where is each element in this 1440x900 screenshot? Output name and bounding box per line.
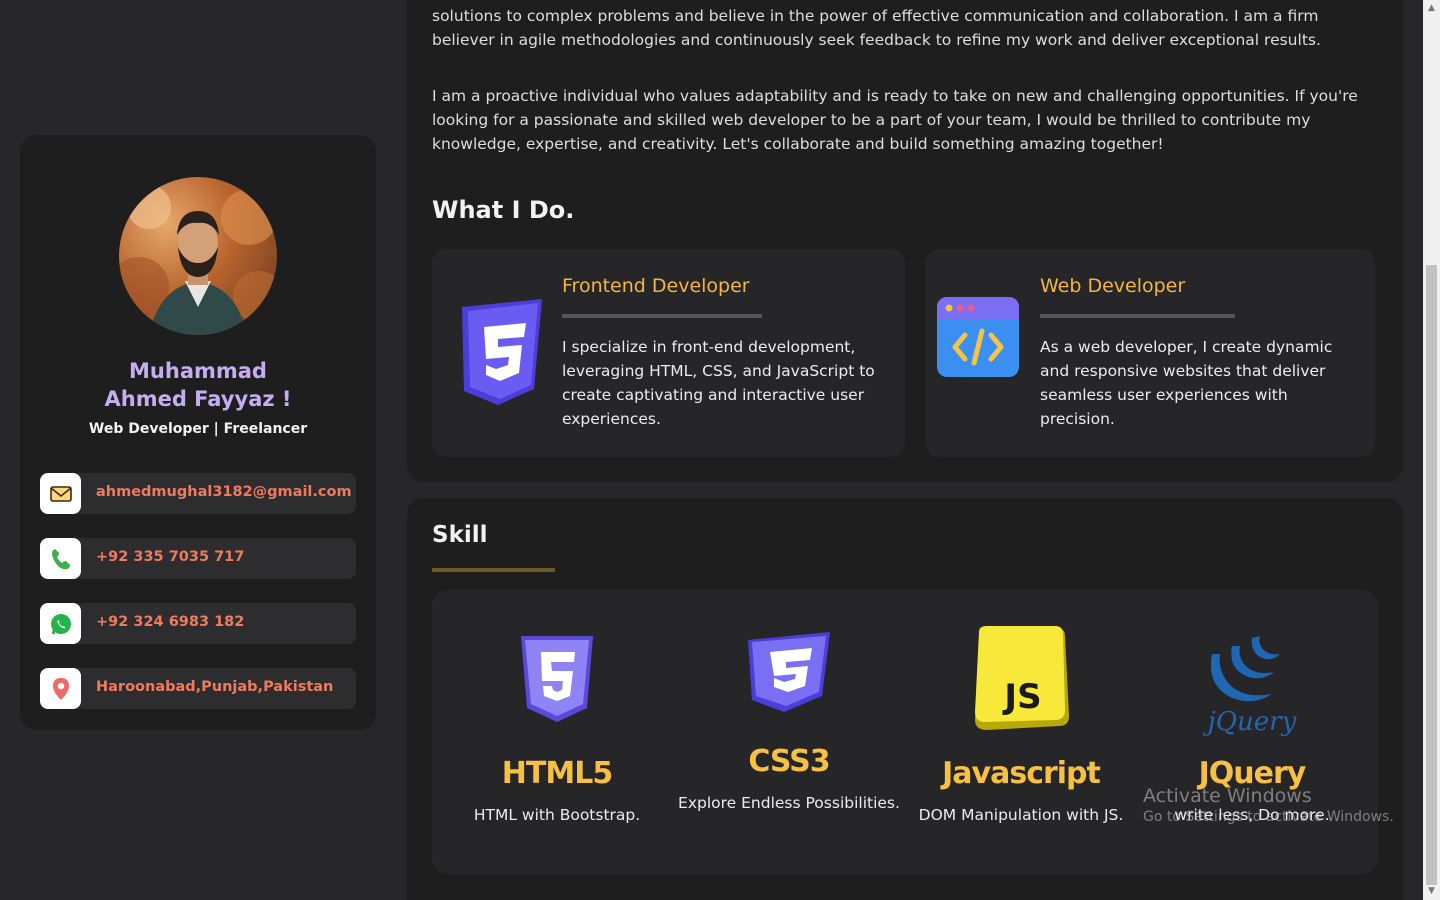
- profile-role: Web Developer | Freelancer: [88, 421, 308, 437]
- service-title-frontend: Frontend Developer: [562, 275, 750, 297]
- skill-desc-html5: HTML with Bootstrap.: [473, 806, 641, 824]
- page-scrollbar[interactable]: ▲ ▼: [1423, 0, 1440, 900]
- code-window-icon: [937, 297, 1019, 377]
- service-divider: [1040, 314, 1235, 318]
- skill-name-javascript: Javascript: [942, 756, 1101, 791]
- about-panel: challenges to expand my skill set. What …: [407, 0, 1403, 482]
- contact-location[interactable]: Haroonabad,Punjab,Pakistan: [40, 668, 356, 709]
- contact-location-text[interactable]: Haroonabad,Punjab,Pakistan: [96, 679, 333, 695]
- scroll-down-arrow-icon[interactable]: ▼: [1423, 883, 1440, 900]
- skill-name-html5: HTML5: [501, 756, 613, 791]
- service-card-web: Web Developer As a web developer, I crea…: [925, 249, 1375, 457]
- service-divider: [562, 314, 762, 318]
- contact-whatsapp[interactable]: +92 324 6983 182: [40, 603, 356, 644]
- skills-heading: Skill: [432, 522, 488, 548]
- contact-whatsapp-text[interactable]: +92 324 6983 182: [96, 614, 244, 630]
- skill-desc-css3: Explore Endless Possibilities.: [678, 794, 900, 812]
- watermark-line1: Activate Windows: [1143, 785, 1312, 807]
- svg-text:JS: JS: [1002, 677, 1041, 717]
- contact-phone[interactable]: +92 335 7035 717: [40, 538, 356, 579]
- svg-text:jQuery: jQuery: [1203, 707, 1297, 737]
- jquery-icon: jQuery: [1203, 636, 1297, 737]
- contact-email-text[interactable]: ahmedmughal3182@gmail.com: [96, 484, 352, 500]
- css3-icon: [748, 632, 830, 712]
- avatar-photo: [119, 185, 277, 335]
- avatar: [119, 177, 277, 335]
- css3-icon: [462, 299, 542, 405]
- skills-divider: [432, 568, 555, 572]
- skill-card-javascript: JS Javascript DOM Manipulation with JS.: [906, 590, 1136, 874]
- service-desc-web: As a web developer, I create dynamic and…: [1040, 338, 1333, 428]
- skills-panel: Skill HTML5 HTML with Bootstrap. CSS3 Ex…: [407, 498, 1403, 900]
- contact-phone-text[interactable]: +92 335 7035 717: [96, 549, 244, 565]
- watermark-line2: Go to Settings to activate Windows.: [1143, 809, 1394, 825]
- profile-name-line2: Ahmed Fayyaz !: [104, 387, 292, 411]
- profile-card: Muhammad Ahmed Fayyaz ! Web Developer | …: [20, 135, 376, 730]
- service-title-web: Web Developer: [1040, 275, 1186, 297]
- what-i-do-heading: What I Do.: [432, 196, 575, 224]
- scroll-up-arrow-icon[interactable]: ▲: [1423, 0, 1440, 17]
- activate-windows-watermark: Activate Windows Go to Settings to activ…: [1143, 785, 1394, 825]
- skill-card-css3: CSS3 Explore Endless Possibilities.: [674, 590, 904, 874]
- service-card-frontend: Frontend Developer I specialize in front…: [432, 249, 905, 457]
- skill-card-html5: HTML5 HTML with Bootstrap.: [442, 590, 672, 874]
- location-pin-icon: [40, 668, 81, 709]
- skill-desc-javascript: DOM Manipulation with JS.: [918, 806, 1124, 824]
- whatsapp-icon: [40, 603, 81, 644]
- skills-grid: HTML5 HTML with Bootstrap. CSS3 Explore …: [432, 590, 1378, 874]
- contact-email[interactable]: ahmedmughal3182@gmail.com: [40, 473, 356, 514]
- javascript-icon: JS: [975, 626, 1069, 730]
- profile-name-line1: Muhammad: [129, 359, 267, 383]
- profile-name: Muhammad Ahmed Fayyaz !: [20, 357, 376, 413]
- skill-card-jquery: jQuery JQuery write less, Do more.: [1137, 590, 1367, 874]
- service-desc-frontend: I specialize in front-end development, l…: [562, 338, 875, 428]
- about-paragraph-2: I am a proactive individual who values a…: [432, 87, 1358, 153]
- html5-icon: [521, 636, 593, 722]
- skill-name-css3: CSS3: [748, 744, 830, 779]
- scrollbar-thumb[interactable]: [1426, 265, 1437, 885]
- about-paragraph-1: challenges to expand my skill set. What …: [432, 0, 1380, 49]
- phone-icon: [40, 538, 81, 579]
- mail-icon: [40, 473, 81, 514]
